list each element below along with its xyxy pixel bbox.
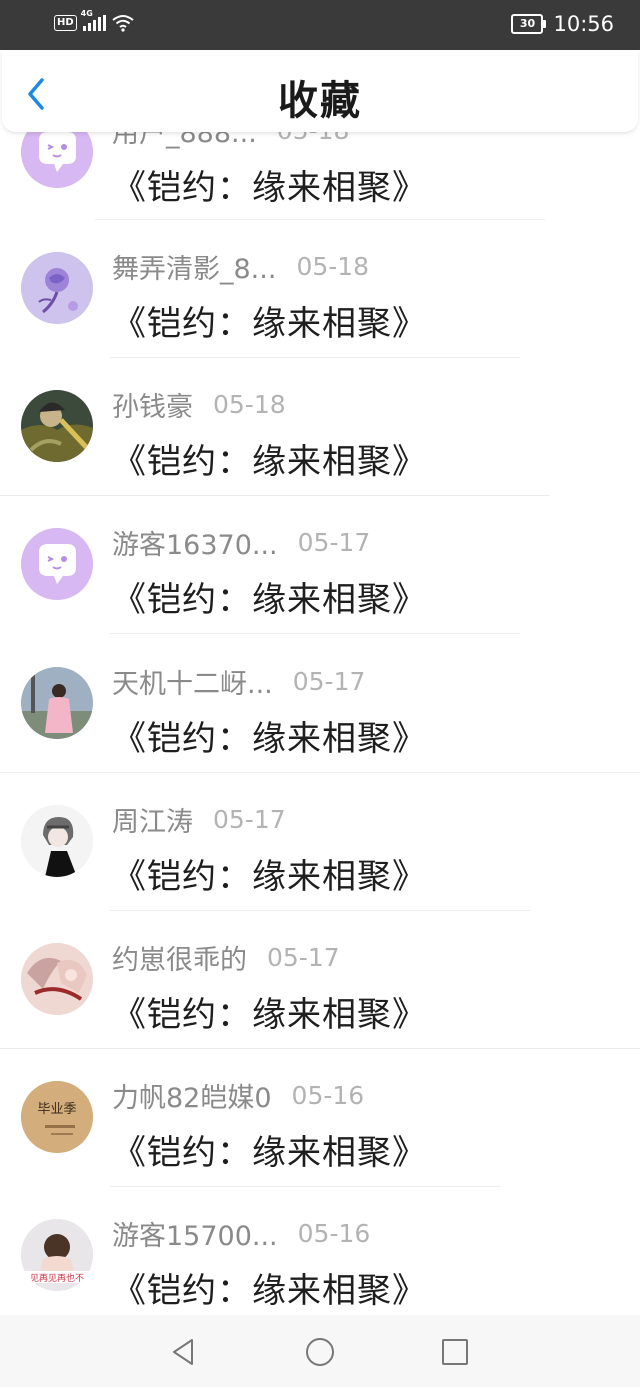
- header-bar: 收藏: [2, 50, 638, 132]
- username: 游客16370...: [112, 529, 278, 561]
- girl-photo-avatar-icon: [21, 667, 93, 739]
- username: 孙钱豪: [112, 391, 193, 423]
- hd-badge: HD: [54, 15, 77, 31]
- list-item[interactable]: 毕业季 力帆82皑媒0 05-16 《铠约：缘来相聚》: [0, 1029, 640, 1187]
- purple-chat-avatar-icon: [21, 528, 93, 600]
- battery-icon: 30: [511, 14, 547, 34]
- nav-home-button[interactable]: [303, 1335, 337, 1369]
- system-nav-bar: [0, 1315, 640, 1387]
- username: 游客15700...: [112, 1220, 278, 1252]
- user-avatar[interactable]: [21, 943, 93, 1015]
- username: 舞弄清影_8...: [112, 253, 277, 285]
- nav-recents-button[interactable]: [438, 1335, 472, 1369]
- list-item[interactable]: 周江涛 05-17 《铠约：缘来相聚》: [0, 753, 640, 911]
- user-avatar[interactable]: [21, 252, 93, 324]
- item-title: 《铠约：缘来相聚》: [112, 442, 427, 482]
- girl-back-avatar-icon: 见再见再也不: [21, 1219, 93, 1291]
- list-item[interactable]: 游客16370... 05-17 《铠约：缘来相聚》: [0, 477, 640, 634]
- username: 天机十二岈...: [112, 668, 273, 700]
- wifi-icon: [112, 15, 134, 32]
- item-meta: 力帆82皑媒0 05-16: [112, 1077, 365, 1114]
- cell-signal-icon: 4G: [81, 9, 106, 31]
- rose-avatar-icon: [21, 252, 93, 324]
- item-meta: 约崽很乖的 05-17: [112, 939, 340, 976]
- item-date: 05-18: [213, 389, 286, 419]
- username: 力帆82皑媒0: [112, 1082, 272, 1114]
- item-meta: 游客16370... 05-17: [112, 524, 371, 561]
- avatar-text: 毕业季: [37, 1102, 76, 1117]
- item-title: 《铠约：缘来相聚》: [112, 580, 427, 620]
- user-avatar[interactable]: 毕业季: [21, 1081, 93, 1153]
- list-item[interactable]: 天机十二岈... 05-17 《铠约：缘来相聚》: [0, 615, 640, 773]
- anime-pair-avatar-icon: [21, 943, 93, 1015]
- circle-home-icon: [306, 1338, 334, 1366]
- triangle-back-icon: [173, 1339, 193, 1365]
- item-meta: 孙钱豪 05-18: [112, 386, 286, 423]
- user-avatar[interactable]: [21, 528, 93, 600]
- list-item[interactable]: 见再见再也不 游客15700... 05-16 《铠约：缘来相聚》: [0, 1167, 640, 1311]
- status-left: HD 4G: [54, 9, 134, 32]
- item-date: 05-17: [213, 804, 286, 834]
- list-item[interactable]: 舞弄清影_8... 05-18 《铠约：缘来相聚》: [0, 200, 640, 358]
- item-date: 05-16: [291, 1080, 365, 1110]
- item-meta: 周江涛 05-17: [112, 801, 286, 838]
- battery-level: 30: [519, 17, 536, 30]
- username: 周江涛: [112, 806, 193, 838]
- favorites-list: 用户_888... 05-18 《铠约：缘来相聚》 舞弄清影_8... 05-1…: [0, 110, 640, 1315]
- item-meta: 游客15700... 05-16: [112, 1215, 371, 1252]
- list-item[interactable]: 约崽很乖的 05-17 《铠约：缘来相聚》: [0, 891, 640, 1049]
- item-meta: 天机十二岈... 05-17: [112, 663, 366, 700]
- avatar-text: 见再见再也不: [30, 1272, 84, 1284]
- username: 约崽很乖的: [112, 944, 247, 976]
- item-meta: 舞弄清影_8... 05-18: [112, 248, 370, 285]
- item-date: 05-17: [292, 666, 366, 696]
- page-title: 收藏: [278, 78, 362, 124]
- status-bar: HD 4G 30 10:56: [0, 0, 640, 50]
- user-avatar[interactable]: [21, 805, 93, 877]
- item-date: 05-17: [297, 527, 371, 557]
- anime-boy-avatar-icon: [21, 805, 93, 877]
- item-title: 《铠约：缘来相聚》: [112, 1271, 427, 1311]
- nav-back-button[interactable]: [168, 1335, 202, 1369]
- user-avatar[interactable]: [21, 390, 93, 462]
- game-hero-avatar-icon: [21, 390, 93, 462]
- item-date: 05-17: [267, 942, 340, 972]
- item-date: 05-18: [296, 251, 370, 281]
- clock: 10:56: [553, 12, 614, 36]
- square-recents-icon: [442, 1339, 468, 1365]
- list-item[interactable]: 孙钱豪 05-18 《铠约：缘来相聚》: [0, 338, 640, 496]
- item-date: 05-16: [297, 1218, 371, 1248]
- graduation-avatar-icon: 毕业季: [21, 1081, 93, 1153]
- user-avatar[interactable]: [21, 667, 93, 739]
- status-right: 30 10:56: [511, 12, 614, 36]
- user-avatar[interactable]: 见再见再也不: [21, 1219, 93, 1291]
- network-type-label: 4G: [80, 9, 93, 18]
